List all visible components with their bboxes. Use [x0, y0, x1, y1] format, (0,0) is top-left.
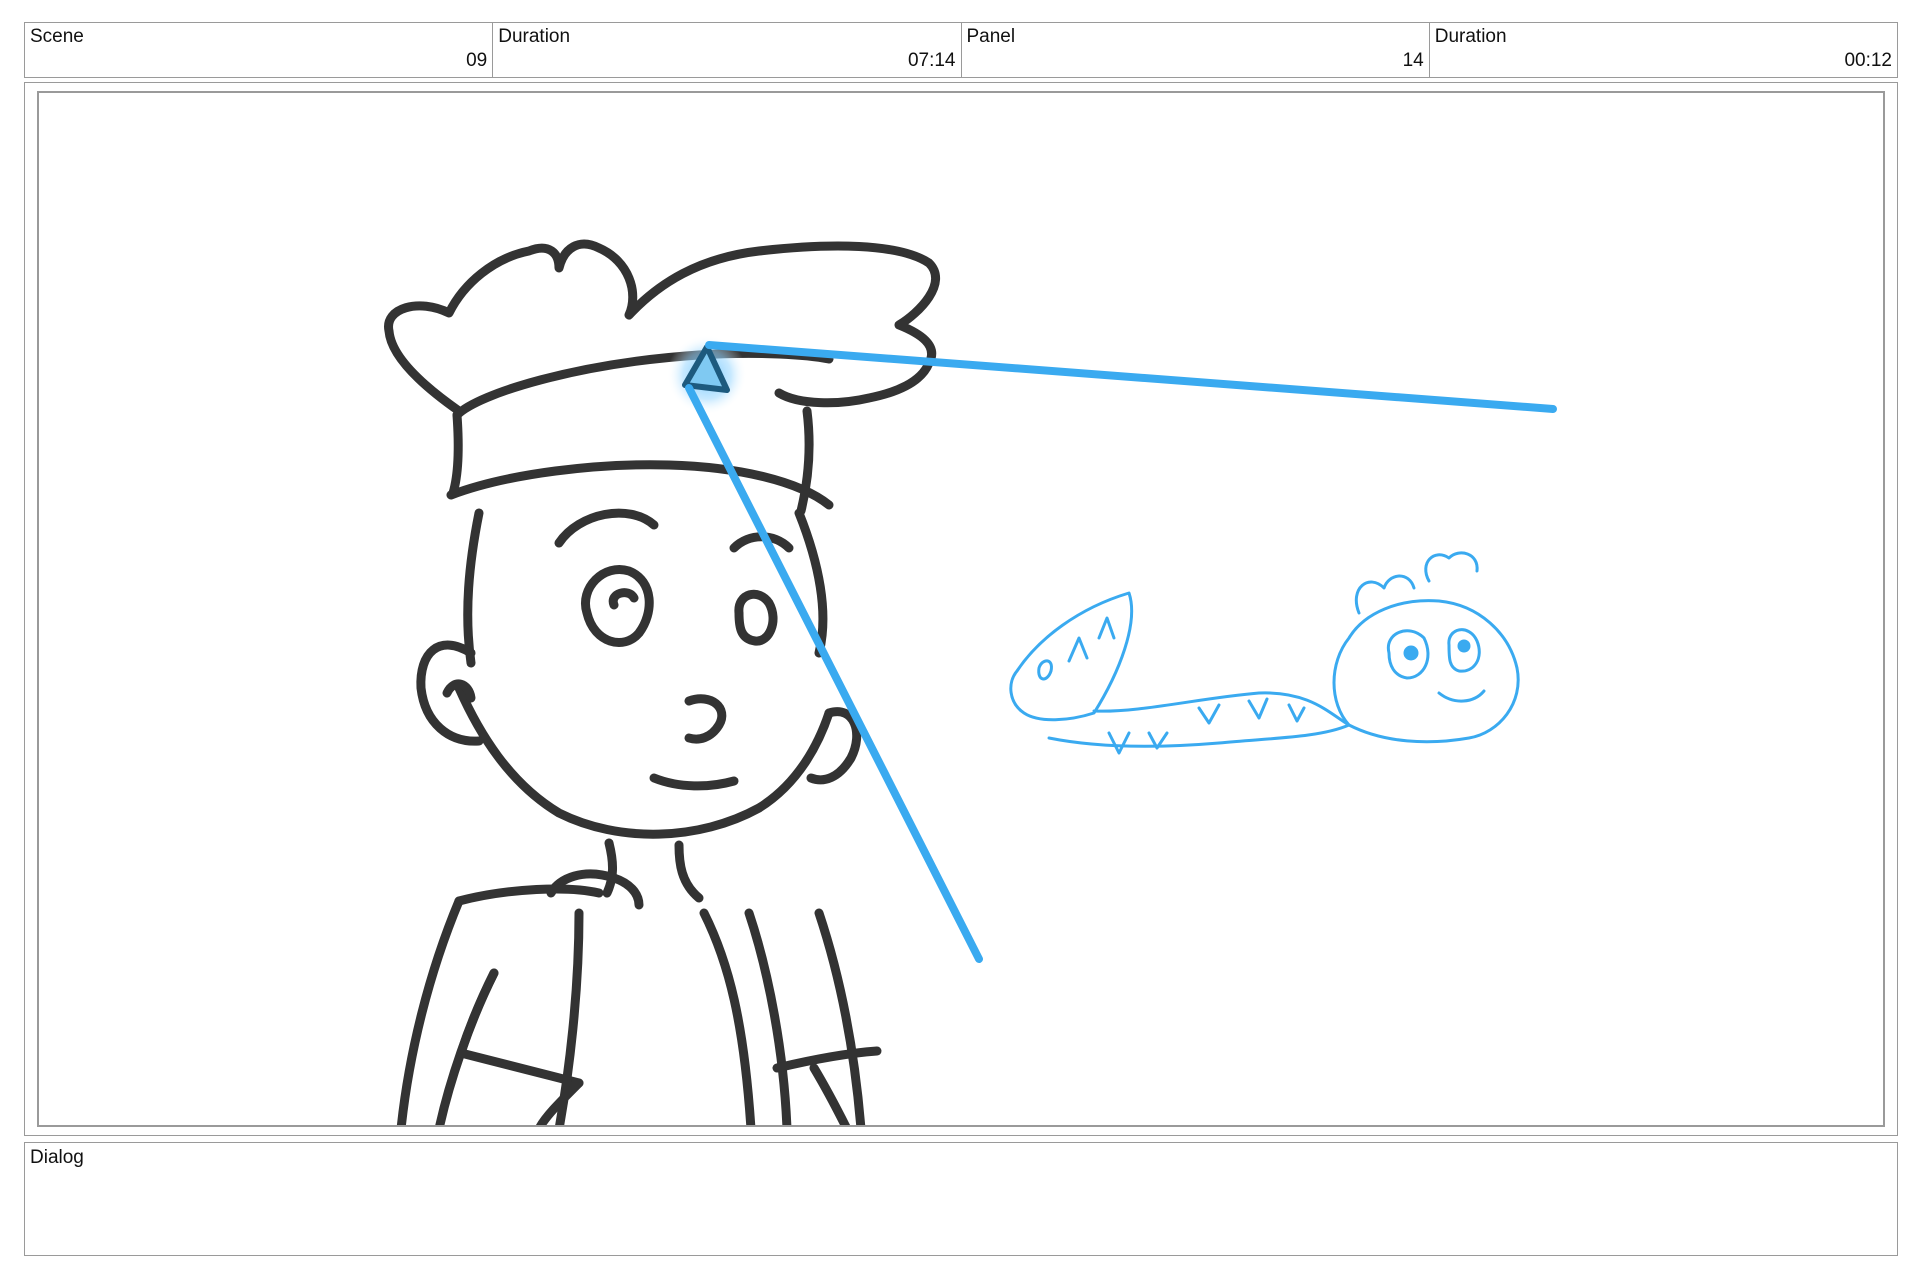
- panel-duration-cell: Duration 00:12: [1430, 23, 1897, 77]
- storyboard-header: Scene 09 Duration 07:14 Panel 14 Duratio…: [24, 22, 1898, 78]
- sightlines: [685, 341, 1557, 963]
- panel-duration-value: 00:12: [1844, 50, 1892, 71]
- creature-body: [1047, 691, 1351, 748]
- neck-right: [674, 840, 704, 903]
- sightline-diagonal: [685, 384, 983, 963]
- scene-duration-cell: Duration 07:14: [493, 23, 962, 77]
- shirt-right-edge: [744, 908, 792, 1125]
- left-eyebrow: [554, 508, 659, 548]
- panel-duration-label: Duration: [1434, 26, 1507, 47]
- dialog-label: Dialog: [30, 1147, 84, 1168]
- storyboard-panel-frame: [24, 82, 1898, 1136]
- scene-label: Scene: [30, 26, 84, 47]
- hat-band-bottom: [446, 460, 834, 510]
- dialog-box[interactable]: Dialog: [24, 1142, 1898, 1256]
- neck-left: [602, 838, 617, 898]
- scene-cell: Scene 09: [25, 23, 494, 77]
- shirt-right-lapel: [699, 908, 756, 1125]
- creature-face-blob: [1332, 599, 1520, 744]
- scene-duration-label: Duration: [498, 26, 571, 47]
- face-outline: [454, 683, 834, 839]
- panel-cell: Panel 14: [962, 23, 1430, 77]
- panel-label: Panel: [966, 26, 1016, 47]
- hat-brim: [452, 348, 834, 420]
- shirt-left-shoulder: [454, 884, 604, 906]
- nose: [684, 694, 727, 744]
- scene-value: 09: [466, 50, 488, 71]
- scene-duration-value: 07:14: [907, 50, 956, 71]
- sketch-drawing: [384, 239, 1557, 1125]
- panel-value: 14: [1402, 50, 1424, 71]
- hat-band-left: [448, 410, 463, 498]
- hat-band-right: [796, 406, 814, 516]
- creature-smile: [1437, 689, 1486, 703]
- hat-outline: [384, 239, 940, 416]
- hair-left: [463, 508, 484, 668]
- right-eye: [734, 589, 778, 646]
- shirt-left-sleeve: [456, 968, 584, 1088]
- shirt-right-sleeve: [772, 1046, 882, 1073]
- storyboard-canvas[interactable]: [37, 91, 1885, 1127]
- mouth: [649, 773, 739, 791]
- boy-sketch: [384, 239, 940, 1125]
- creature-sketch: [1009, 551, 1520, 755]
- shirt-right-arm: [809, 1063, 851, 1125]
